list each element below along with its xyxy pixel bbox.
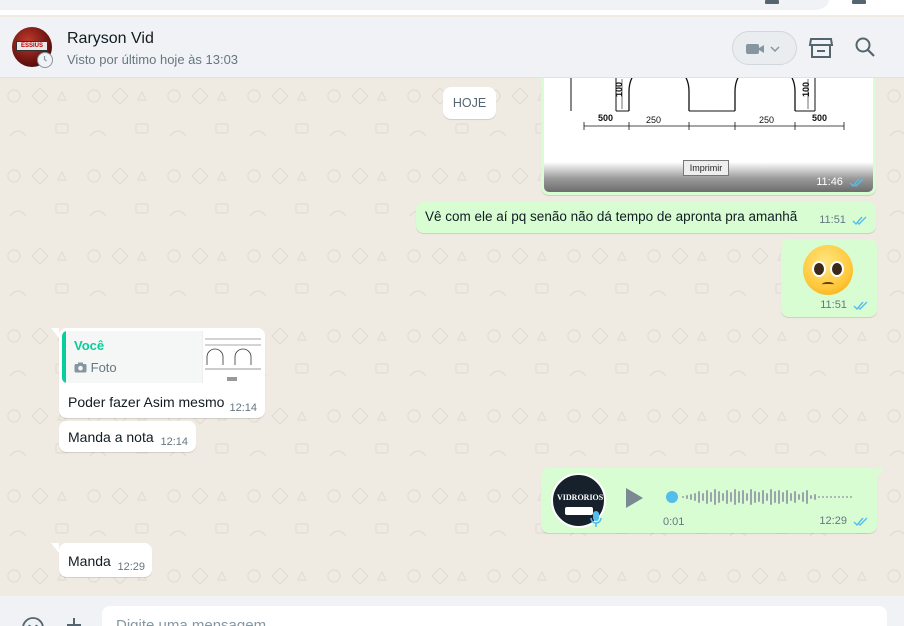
message-text: Poder fazer Asim mesmo: [68, 394, 225, 410]
message-time: 11:51: [819, 214, 868, 226]
chat-area: HOJE 100 500 250 250 100 500 Imprimir 11…: [0, 78, 904, 596]
drawing-label: 250: [646, 115, 661, 125]
store-icon[interactable]: [808, 36, 834, 60]
emoji-picker-icon[interactable]: [21, 616, 45, 626]
message-time: 12:29: [117, 561, 145, 573]
message-text: Manda: [68, 553, 111, 569]
video-call-button[interactable]: [732, 31, 797, 65]
message-input-placeholder: Digite uma mensagem: [116, 617, 267, 626]
avatar-band: [565, 507, 593, 515]
message-time: 12:14: [160, 436, 188, 448]
incoming-message[interactable]: Manda a nota 12:14: [59, 421, 196, 452]
bubble-tail: [51, 543, 59, 553]
camera-icon: [74, 362, 87, 373]
emoji-mouth: [822, 282, 834, 287]
message-text: Vê com ele aí pq senão não dá tempo de a…: [425, 209, 798, 224]
search-icon[interactable]: [854, 36, 876, 58]
emoji-eye: [812, 261, 826, 277]
pleading-face-icon: [803, 245, 853, 295]
read-ticks-icon: [853, 517, 868, 526]
top-menu-icon[interactable]: [852, 0, 866, 4]
browser-top-strip: [0, 0, 904, 16]
read-ticks-icon: [849, 178, 864, 187]
message-time: 11:51: [820, 299, 869, 311]
bubble-tail: [51, 328, 59, 338]
video-camera-icon: [746, 44, 780, 54]
quote-thumbnail: [202, 331, 262, 383]
attach-plus-icon[interactable]: [65, 616, 83, 626]
quote-author: Você: [74, 338, 105, 353]
date-chip: HOJE: [443, 87, 496, 119]
quoted-message[interactable]: Você Foto: [62, 331, 262, 383]
play-icon[interactable]: [623, 486, 645, 510]
time-text: 12:29: [819, 515, 847, 527]
emoji-eye: [830, 261, 844, 277]
waveform[interactable]: [681, 486, 857, 508]
emoji-message[interactable]: 11:51: [781, 239, 877, 317]
drawing-label: 100: [801, 82, 811, 97]
top-icon[interactable]: [765, 0, 779, 4]
image-message[interactable]: 100 500 250 250 100 500 Imprimir 11:46: [541, 78, 876, 195]
quote-type: Foto: [74, 360, 117, 375]
status-badge-icon: [37, 52, 53, 68]
chat-header: ESSIUS Raryson Vid Visto por último hoje…: [0, 17, 904, 78]
microphone-icon: [590, 511, 602, 527]
quote-type-text: Foto: [90, 360, 117, 375]
message-time: 12:14: [229, 402, 257, 414]
print-button: Imprimir: [683, 160, 729, 176]
drawing-image[interactable]: 100 500 250 250 100 500 Imprimir 11:46: [544, 78, 873, 192]
message-time: 11:46: [816, 176, 865, 188]
contact-name[interactable]: Raryson Vid: [67, 30, 154, 48]
top-bar-pill: [0, 0, 830, 10]
thumbnail-drawing: [205, 338, 261, 381]
incoming-message[interactable]: Manda 12:29: [51, 543, 152, 577]
drawing-label: 500: [598, 113, 613, 123]
drawing-label: 100: [614, 82, 624, 97]
time-text: 11:51: [820, 299, 847, 311]
avatar-logo-text: ESSIUS: [16, 41, 48, 51]
playback-handle[interactable]: [666, 491, 678, 503]
drawing-label: 500: [812, 113, 827, 123]
outgoing-message[interactable]: Vê com ele aí pq senão não dá tempo de a…: [416, 202, 876, 233]
quote-accent-bar: [62, 331, 66, 383]
time-text: 11:51: [819, 214, 846, 226]
composer-bar: Digite uma mensagem: [0, 596, 904, 626]
avatar-logo-text: VIDRORIOS: [557, 493, 604, 502]
bubble-tail: [876, 468, 884, 478]
incoming-reply-message[interactable]: Você Foto Poder fazer Asim mesmo 12:14: [51, 328, 265, 418]
voice-duration: 0:01: [663, 516, 685, 528]
read-ticks-icon: [852, 216, 867, 225]
message-time: 12:29: [819, 515, 869, 527]
message-text: Manda a nota: [68, 429, 154, 445]
voice-message[interactable]: VIDRORIOS 0:01 12:29: [541, 468, 884, 533]
drawing-label: 250: [759, 115, 774, 125]
contact-status: Visto por último hoje às 13:03: [67, 52, 239, 67]
message-input[interactable]: Digite uma mensagem: [102, 606, 887, 626]
time-text: 11:46: [816, 176, 843, 188]
read-ticks-icon: [853, 301, 868, 310]
